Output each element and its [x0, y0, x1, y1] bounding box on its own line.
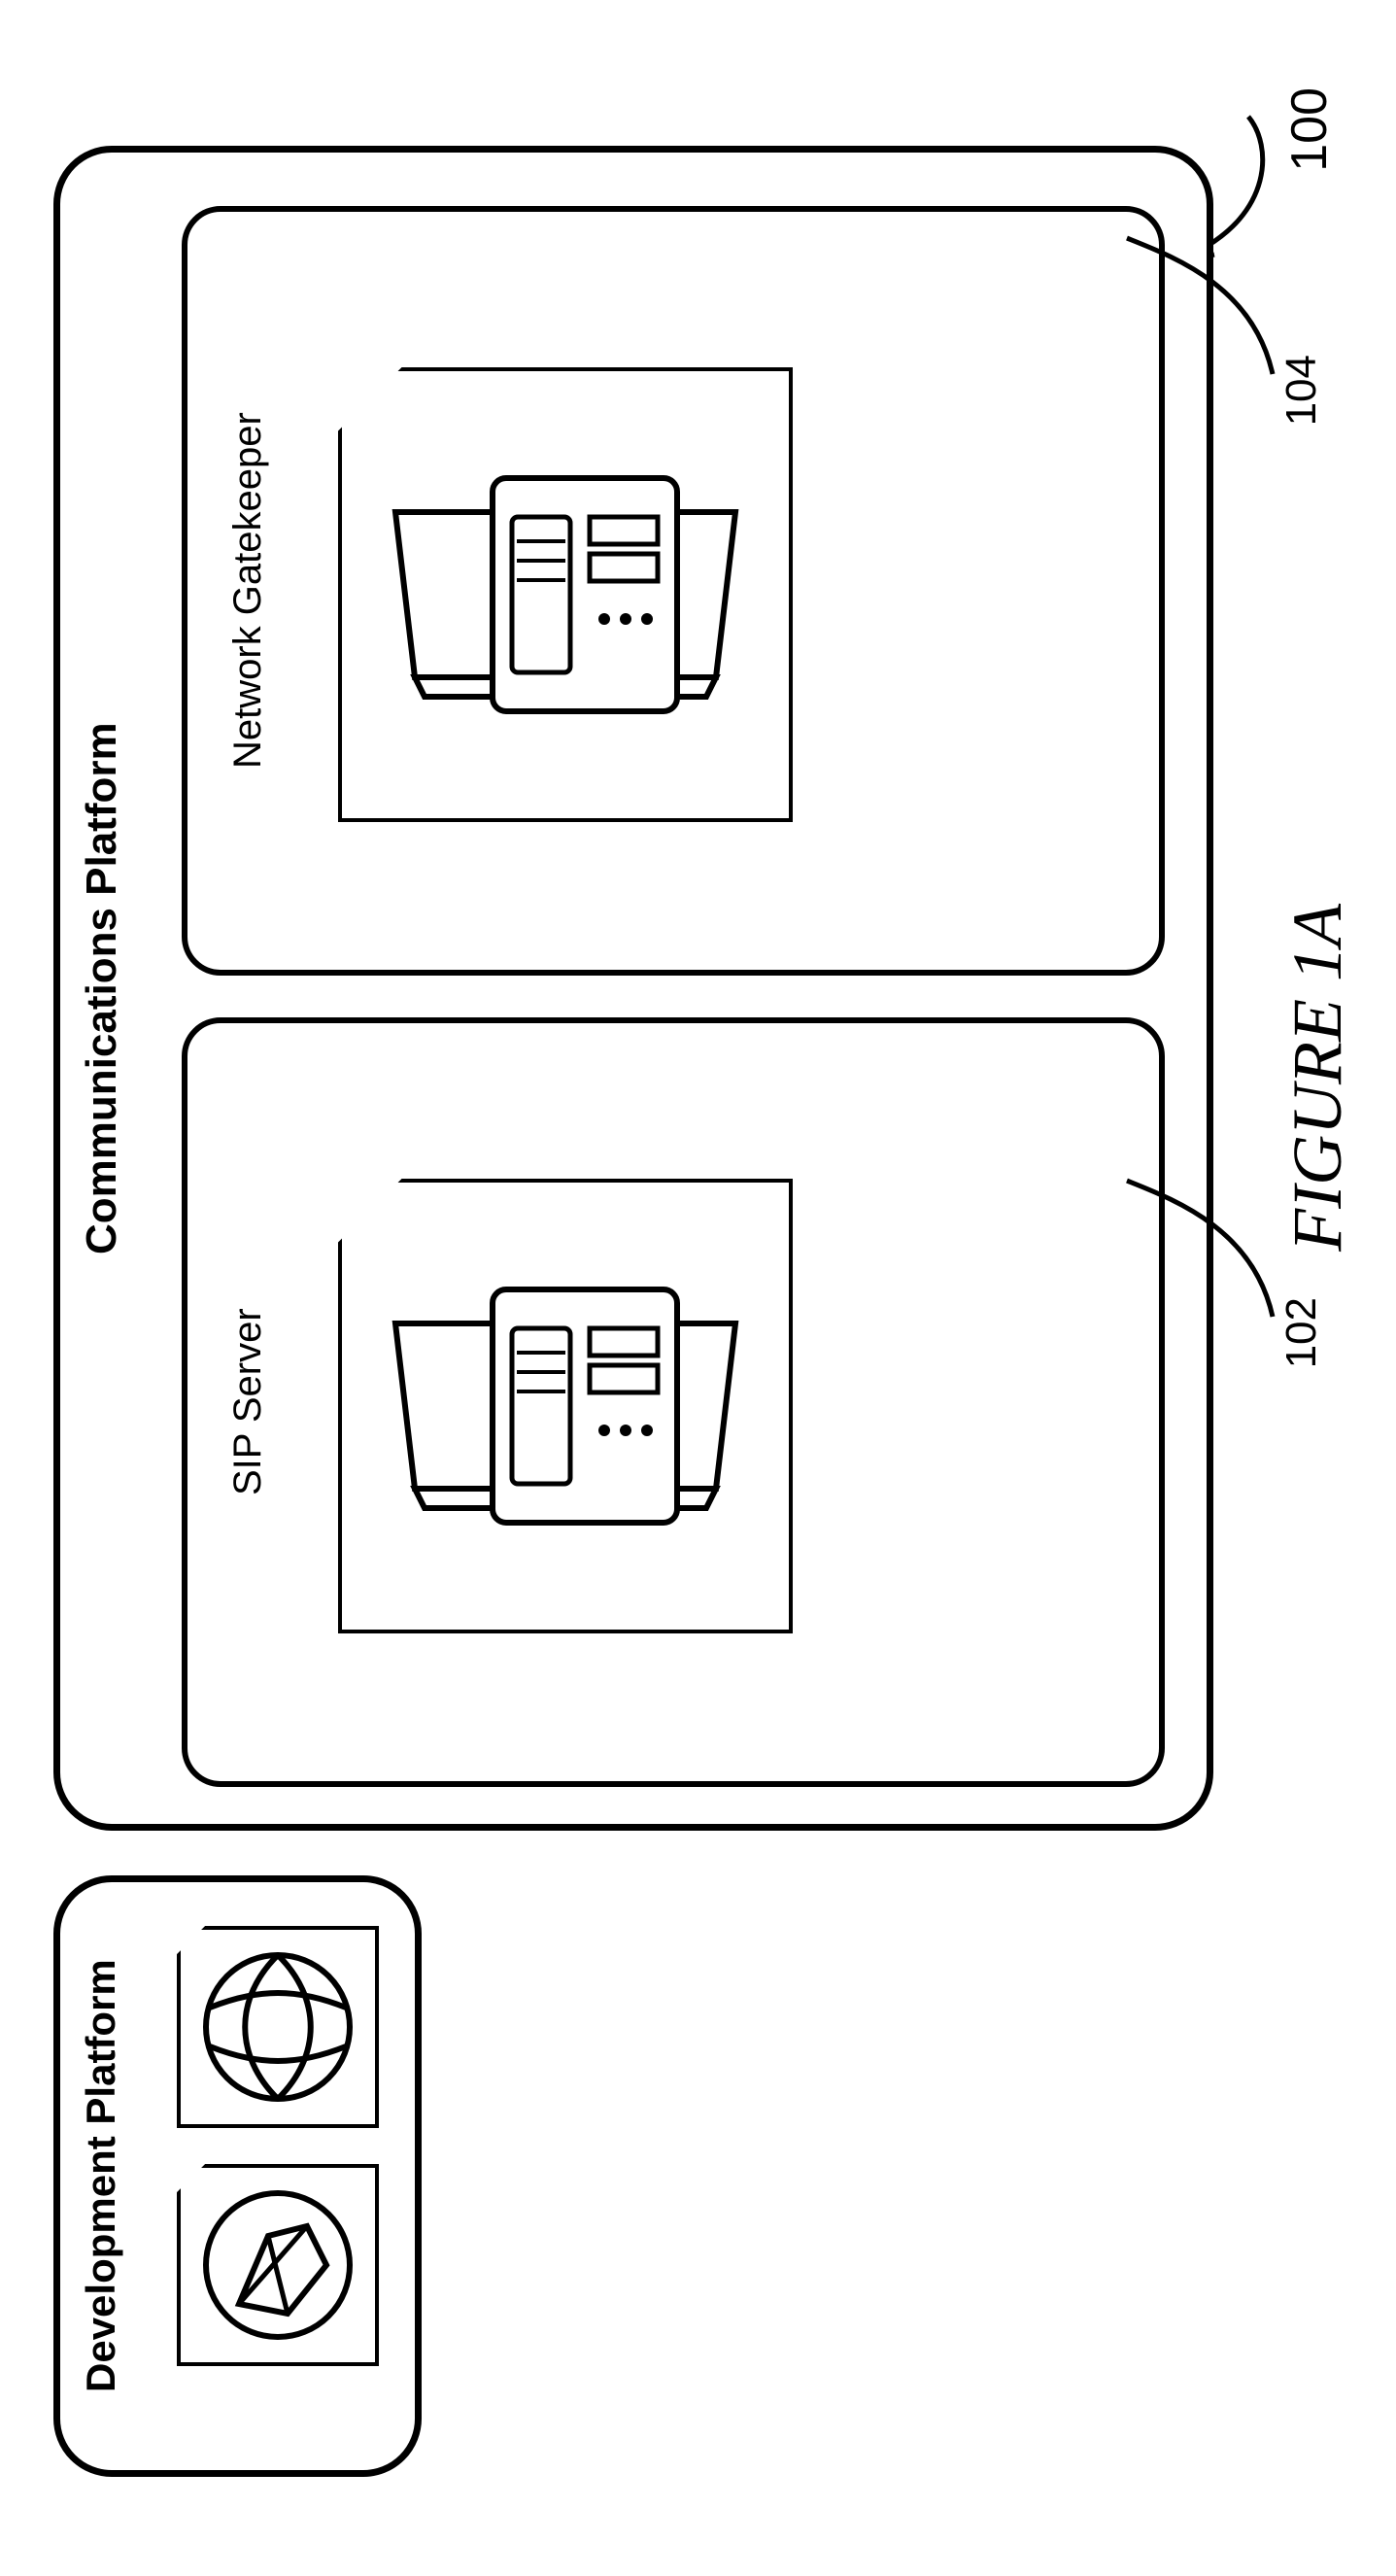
ref-104-leader [1117, 228, 1282, 394]
diagram-page: 100 Development Platform [0, 0, 1396, 2576]
ref-102: 102 [1277, 1297, 1326, 1368]
communications-platform-box: Communications Platform SIP Server [53, 146, 1213, 1831]
ref-104: 104 [1277, 355, 1326, 426]
server-icon [342, 1183, 789, 1630]
development-platform-box: Development Platform [53, 1875, 422, 2477]
network-gatekeeper-box: Network Gatekeeper [182, 206, 1165, 976]
dev-icon-edit [177, 2164, 379, 2366]
server-icon [342, 371, 789, 818]
sip-server-label: SIP Server [226, 1286, 270, 1519]
figure-label: FIGURE 1A [1277, 904, 1358, 1252]
sip-server-icon-frame [338, 1179, 793, 1633]
communications-platform-title: Communications Platform [78, 697, 126, 1280]
sip-server-box: SIP Server [182, 1017, 1165, 1787]
dev-icon-globe [177, 1926, 379, 2128]
development-platform-title: Development Platform [78, 1921, 124, 2431]
network-gatekeeper-label: Network Gatekeeper [226, 377, 270, 805]
ref-102-leader [1117, 1171, 1282, 1336]
gatekeeper-server-icon-frame [338, 367, 793, 822]
